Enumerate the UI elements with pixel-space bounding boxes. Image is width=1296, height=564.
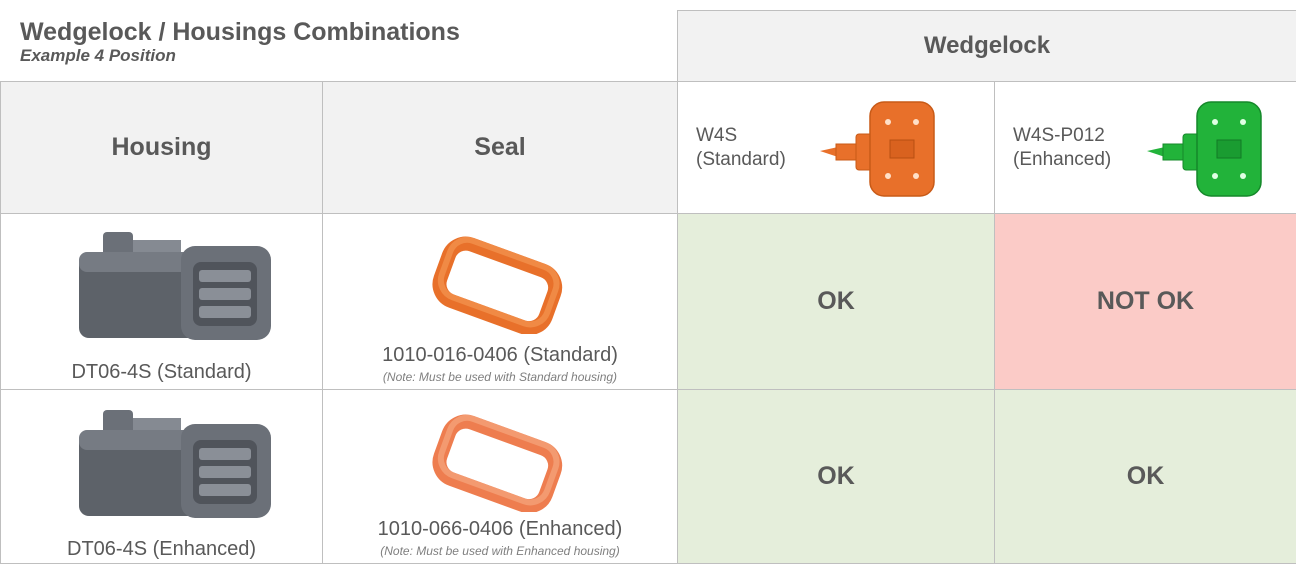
row1-seal-note: (Note: Must be used with Standard housin… — [382, 370, 618, 384]
row2-result-enhanced: OK — [994, 389, 1296, 564]
row1-result-enhanced: NOT OK — [994, 213, 1296, 390]
row2-housing-label: DT06-4S (Enhanced) — [67, 538, 256, 560]
wedgelock-enhanced-label: W4S-P012 (Enhanced) — [1013, 124, 1111, 172]
wedgelock-enhanced-cell: W4S-P012 (Enhanced) — [994, 81, 1296, 214]
title-block: Wedgelock / Housings Combinations Exampl… — [20, 18, 460, 66]
row2-housing-cell: DT06-4S (Enhanced) — [0, 389, 323, 564]
row2-seal-cell: 1010-066-0406 (Enhanced) (Note: Must be … — [322, 389, 678, 564]
wedgelock-standard-type: (Standard) — [696, 149, 786, 170]
wedgelock-standard-part: W4S — [696, 125, 738, 146]
housing-header-cell: Housing — [0, 81, 323, 214]
row2-result-enhanced-text: OK — [1126, 462, 1165, 490]
wedgelock-enhanced-image — [1147, 101, 1262, 197]
seal-standard-image — [432, 236, 563, 334]
seal-column-header: Seal — [474, 133, 526, 161]
housing-column-header: Housing — [111, 133, 212, 161]
row1-seal-cell: 1010-016-0406 (Standard) (Note: Must be … — [322, 213, 678, 390]
wedgelock-enhanced-part: W4S-P012 — [1013, 125, 1105, 146]
wedgelock-standard-label: W4S (Standard) — [696, 124, 786, 172]
wedgelock-standard-cell: W4S (Standard) — [677, 81, 995, 214]
row2-seal-label: 1010-066-0406 (Enhanced) — [377, 518, 623, 540]
wedgelock-header-cell: Wedgelock — [677, 10, 1296, 82]
seal-header-cell: Seal — [322, 81, 678, 214]
wedgelock-header: Wedgelock — [923, 32, 1051, 59]
row1-housing-cell: DT06-4S (Standard) — [0, 213, 323, 390]
housing-standard-image — [79, 232, 271, 340]
page-title: Wedgelock / Housings Combinations — [20, 18, 460, 46]
row1-result-enhanced-text: NOT OK — [1096, 287, 1195, 315]
wedgelock-standard-image — [820, 101, 935, 197]
row1-seal-label: 1010-016-0406 (Standard) — [382, 344, 618, 366]
wedgelock-enhanced-type: (Enhanced) — [1013, 149, 1112, 170]
row1-housing-label: DT06-4S (Standard) — [71, 361, 252, 383]
row2-result-standard-text: OK — [817, 462, 855, 490]
page-subtitle: Example 4 Position — [20, 46, 176, 65]
row2-result-standard: OK — [677, 389, 995, 564]
row1-result-standard: OK — [677, 213, 995, 390]
row1-result-standard-text: OK — [817, 287, 855, 315]
row2-seal-note: (Note: Must be used with Enhanced housin… — [380, 544, 620, 558]
seal-enhanced-image — [432, 414, 563, 512]
housing-enhanced-image — [79, 410, 271, 518]
